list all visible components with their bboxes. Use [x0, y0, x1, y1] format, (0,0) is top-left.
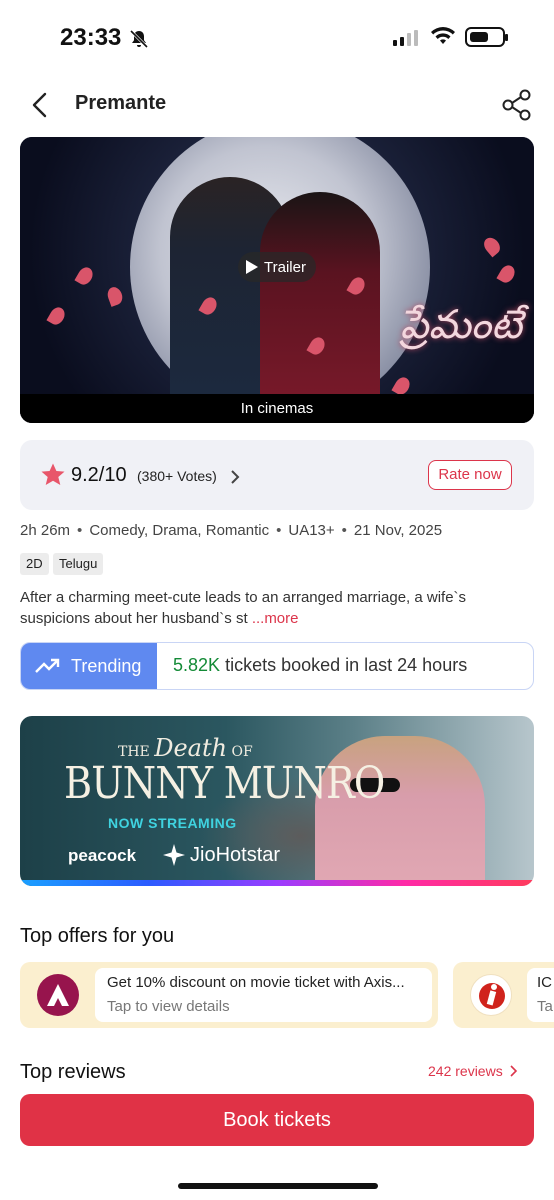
trending-badge: Trending — [21, 643, 157, 689]
rate-now-button[interactable]: Rate now — [428, 460, 512, 490]
genres: Comedy, Drama, Romantic — [89, 522, 270, 539]
peacock-logo: peacock — [68, 846, 137, 865]
page-title: Premante — [75, 92, 167, 114]
axis-bank-logo — [37, 974, 79, 1016]
wifi-icon — [431, 27, 455, 44]
description-text: After a charming meet-cute leads to an a… — [20, 589, 467, 627]
release-date: 21 Nov, 2025 — [353, 522, 443, 539]
trailer-button[interactable]: Trailer — [238, 252, 316, 282]
movie-poster[interactable]: ప్రేమంటే Trailer In cinemas — [20, 137, 534, 423]
trending-text: 5.82K tickets booked in last 24 hours — [173, 655, 467, 676]
reviews-link[interactable]: 242 reviews — [428, 1063, 519, 1079]
in-cinemas-banner: In cinemas — [20, 394, 534, 423]
sparkle-icon — [163, 844, 185, 866]
home-indicator — [178, 1183, 378, 1189]
status-time: 23:33 — [60, 24, 122, 51]
play-icon — [246, 260, 258, 274]
share-icon[interactable] — [500, 88, 534, 122]
reviews-count: 242 reviews — [428, 1063, 503, 1079]
back-arrow-icon[interactable] — [26, 90, 56, 120]
poster-title-art: ప్రేమంటే — [400, 302, 522, 348]
tickets-count: 5.82K — [173, 655, 221, 675]
tickets-text: tickets booked in last 24 hours — [225, 655, 468, 675]
ad-tagline: NOW STREAMING — [108, 815, 237, 831]
icici-bank-logo — [470, 974, 512, 1016]
offer-subtitle: Tap to view details — [107, 998, 230, 1015]
ad-banner[interactable]: THE Death OF BUNNY MUNRO NOW STREAMING p… — [20, 716, 534, 886]
chevron-right-icon — [510, 1065, 517, 1077]
movie-description: After a charming meet-cute leads to an a… — [20, 587, 530, 629]
trailer-label: Trailer — [264, 258, 306, 276]
language-tag: Telugu — [53, 553, 104, 575]
star-icon — [41, 463, 65, 485]
reviews-heading: Top reviews — [20, 1061, 126, 1083]
poster-actress-figure — [260, 192, 380, 422]
jiohotstar-logo: JioHotstar — [162, 843, 280, 867]
book-tickets-button[interactable]: Book tickets — [20, 1094, 534, 1146]
certificate: UA13+ — [288, 522, 335, 539]
bell-muted-icon — [129, 29, 149, 49]
movie-meta: 2h 26m • Comedy, Drama, Romantic • UA13+ • 21 … — [20, 522, 443, 539]
format-tag: 2D — [20, 553, 49, 575]
signal-icon — [393, 30, 418, 46]
trending-label: Trending — [71, 655, 142, 676]
rating-score: 9.2/10 — [71, 464, 127, 486]
trending-up-icon — [35, 658, 60, 673]
offer-title: Get 10% discount on movie ticket with Ax… — [107, 974, 405, 991]
ad-title: BUNNY MUNRO — [64, 758, 385, 809]
offers-heading: Top offers for you — [20, 925, 175, 947]
battery-icon — [465, 27, 508, 47]
chevron-right-icon[interactable] — [228, 468, 242, 486]
duration: 2h 26m — [20, 522, 71, 539]
offer-subtitle: Ta — [537, 998, 553, 1015]
offer-title: IC — [537, 974, 552, 991]
read-more-link[interactable]: ...more — [252, 610, 299, 627]
rating-votes: (380+ Votes) — [137, 468, 217, 484]
